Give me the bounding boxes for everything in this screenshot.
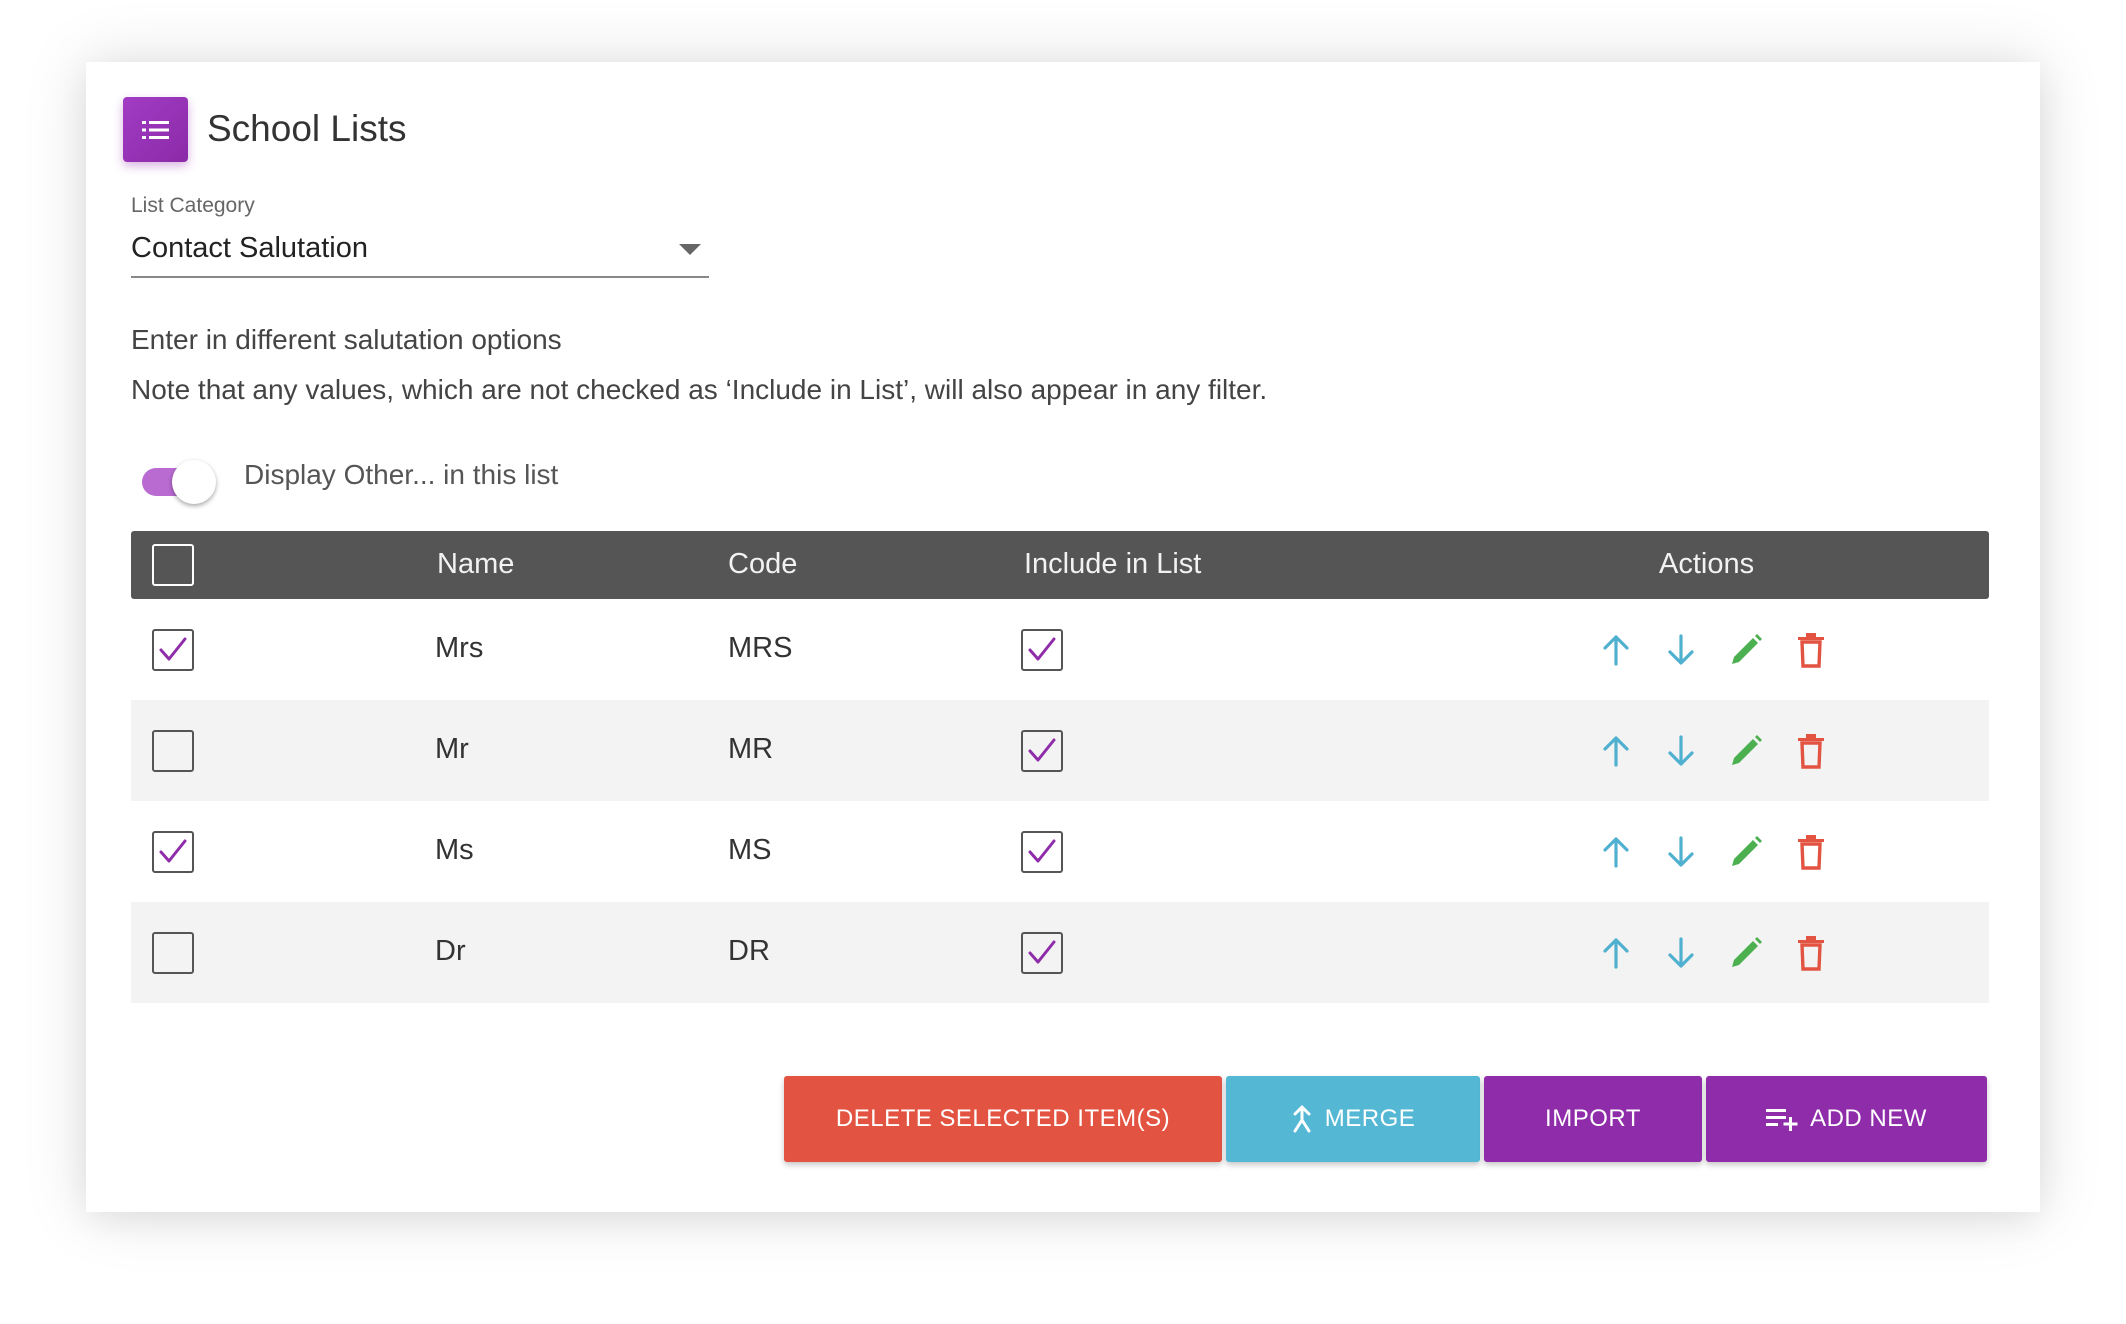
include-in-list-checkbox[interactable] [1021,932,1063,974]
edit-pencil-icon[interactable] [1727,631,1765,669]
merge-button[interactable]: MERGE [1226,1076,1480,1162]
add-new-label: ADD NEW [1810,1105,1927,1132]
row-select-checkbox[interactable] [152,932,194,974]
display-other-label: Display Other... in this list [244,459,559,490]
row-code: MR [728,733,774,765]
move-down-icon[interactable] [1662,631,1700,669]
table-row: Mrs MRS [131,599,1989,700]
list-category-label: List Category [131,194,255,217]
row-name: Mrs [435,632,484,664]
include-in-list-checkbox[interactable] [1021,629,1063,671]
row-code: MS [728,834,772,866]
move-down-icon[interactable] [1662,732,1700,770]
table-row: Dr DR [131,902,1989,1003]
move-up-icon[interactable] [1597,732,1635,770]
list-icon [123,97,188,162]
delete-trash-icon[interactable] [1792,833,1830,871]
move-up-icon[interactable] [1597,833,1635,871]
move-down-icon[interactable] [1662,934,1700,972]
description-line-1: Enter in different salutation options [131,324,562,355]
toggle-knob [172,460,216,504]
row-code: MRS [728,632,793,664]
delete-trash-icon[interactable] [1792,934,1830,972]
add-new-button[interactable]: ADD NEW [1706,1076,1987,1162]
edit-pencil-icon[interactable] [1727,833,1765,871]
import-label: IMPORT [1545,1105,1641,1132]
row-name: Ms [435,834,474,866]
column-header-actions: Actions [1659,548,1755,580]
column-header-include: Include in List [1024,548,1202,580]
display-other-toggle[interactable] [142,458,216,504]
page-title: School Lists [207,108,407,149]
delete-selected-label: DELETE SELECTED ITEM(S) [835,1105,1171,1132]
caret-down-icon [679,244,701,255]
row-code: DR [728,935,770,967]
merge-icon [1291,1104,1313,1134]
school-lists-card: School Lists List Category Contact Salut… [86,62,2040,1212]
move-up-icon[interactable] [1597,934,1635,972]
edit-pencil-icon[interactable] [1727,934,1765,972]
list-category-value: Contact Salutation [131,232,368,264]
column-header-code: Code [728,548,798,580]
select-all-checkbox[interactable] [152,544,194,586]
move-up-icon[interactable] [1597,631,1635,669]
delete-trash-icon[interactable] [1792,631,1830,669]
delete-selected-button[interactable]: DELETE SELECTED ITEM(S) [784,1076,1222,1162]
list-category-select[interactable]: Contact Salutation [131,226,709,278]
import-button[interactable]: IMPORT [1484,1076,1702,1162]
delete-trash-icon[interactable] [1792,732,1830,770]
row-select-checkbox[interactable] [152,730,194,772]
edit-pencil-icon[interactable] [1727,732,1765,770]
move-down-icon[interactable] [1662,833,1700,871]
row-name: Mr [435,733,469,765]
school-list-table: Name Code Include in List Actions Mrs MRS… [131,531,1989,1003]
column-header-name: Name [437,548,515,580]
row-select-checkbox[interactable] [152,831,194,873]
include-in-list-checkbox[interactable] [1021,831,1063,873]
playlist-add-icon [1766,1107,1798,1131]
description-line-2: Note that any values, which are not chec… [131,374,1268,405]
table-row: Mr MR [131,700,1989,801]
row-select-checkbox[interactable] [152,629,194,671]
table-body: Mrs MRS Mr MR Ms MS Dr DR [131,599,1989,1003]
table-header: Name Code Include in List Actions [131,531,1989,599]
table-row: Ms MS [131,801,1989,902]
include-in-list-checkbox[interactable] [1021,730,1063,772]
merge-label: MERGE [1324,1105,1416,1132]
row-name: Dr [435,935,466,967]
